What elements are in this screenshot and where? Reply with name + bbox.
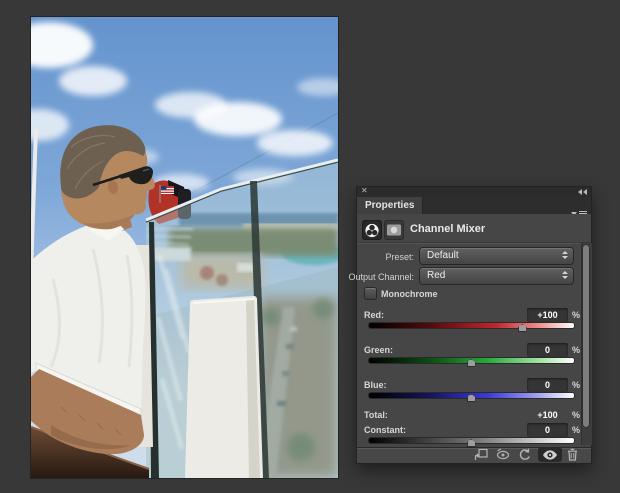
constant-slider[interactable] <box>369 438 574 447</box>
toggle-visibility-icon[interactable] <box>538 447 562 462</box>
red-unit: % <box>572 310 581 320</box>
blue-label: Blue: <box>364 380 387 390</box>
divider <box>357 242 591 244</box>
preset-value: Default <box>427 250 459 261</box>
green-slider-thumb[interactable] <box>466 359 476 367</box>
blue-slider[interactable] <box>369 393 574 402</box>
photoshop-workspace: ✕ Properties Channel Mixer Preset: Defau… <box>0 0 620 493</box>
blue-unit: % <box>572 380 581 390</box>
blue-slider-thumb[interactable] <box>466 394 476 402</box>
green-slider[interactable] <box>369 358 574 367</box>
red-slider[interactable] <box>369 323 574 332</box>
constant-value-field[interactable]: 0 <box>527 423 568 437</box>
collapse-double-arrow-icon[interactable] <box>578 187 587 197</box>
panel-tab-bar: Properties <box>357 197 591 217</box>
output-channel-dropdown[interactable]: Red <box>420 268 573 284</box>
total-unit: % <box>572 410 581 420</box>
preset-dropdown[interactable]: Default <box>420 248 573 264</box>
close-icon[interactable]: ✕ <box>361 186 368 196</box>
green-unit: % <box>572 345 581 355</box>
total-value: +100 <box>537 410 558 420</box>
monochrome-checkbox[interactable] <box>365 288 376 299</box>
channel-mixer-adjustment-icon <box>362 220 382 240</box>
red-label: Red: <box>364 310 384 320</box>
delete-icon[interactable] <box>563 447 581 462</box>
panel-title: Channel Mixer <box>410 223 486 235</box>
reset-icon[interactable] <box>515 447 533 462</box>
dropdown-arrows-icon <box>562 271 568 279</box>
clip-to-layer-icon[interactable] <box>472 447 490 462</box>
blue-value-field[interactable]: 0 <box>527 378 568 392</box>
tab-properties[interactable]: Properties <box>357 197 423 214</box>
scrollbar-thumb[interactable] <box>582 244 590 428</box>
monochrome-label: Monochrome <box>381 289 438 299</box>
red-slider-thumb[interactable] <box>517 324 527 332</box>
properties-panel: ✕ Properties Channel Mixer Preset: Defau… <box>348 186 592 464</box>
green-value-field[interactable]: 0 <box>527 343 568 357</box>
layer-mask-icon[interactable] <box>384 220 404 240</box>
output-channel-label: Output Channel: <box>348 272 414 282</box>
view-previous-state-icon[interactable] <box>493 447 511 462</box>
green-label: Green: <box>364 345 394 355</box>
panel-titlebar[interactable]: ✕ <box>357 186 591 197</box>
total-label: Total: <box>364 410 388 420</box>
photo-illustration <box>31 17 338 478</box>
constant-unit: % <box>572 425 581 435</box>
red-value-field[interactable]: +100 <box>527 308 568 322</box>
panel-scrollbar[interactable] <box>581 243 592 445</box>
dropdown-arrows-icon <box>562 251 568 259</box>
canvas-photo <box>31 17 338 478</box>
preset-label: Preset: <box>385 252 414 262</box>
white-pillar <box>185 296 263 478</box>
constant-slider-thumb[interactable] <box>466 439 476 447</box>
constant-label: Constant: <box>364 425 406 435</box>
output-channel-value: Red <box>427 270 446 281</box>
